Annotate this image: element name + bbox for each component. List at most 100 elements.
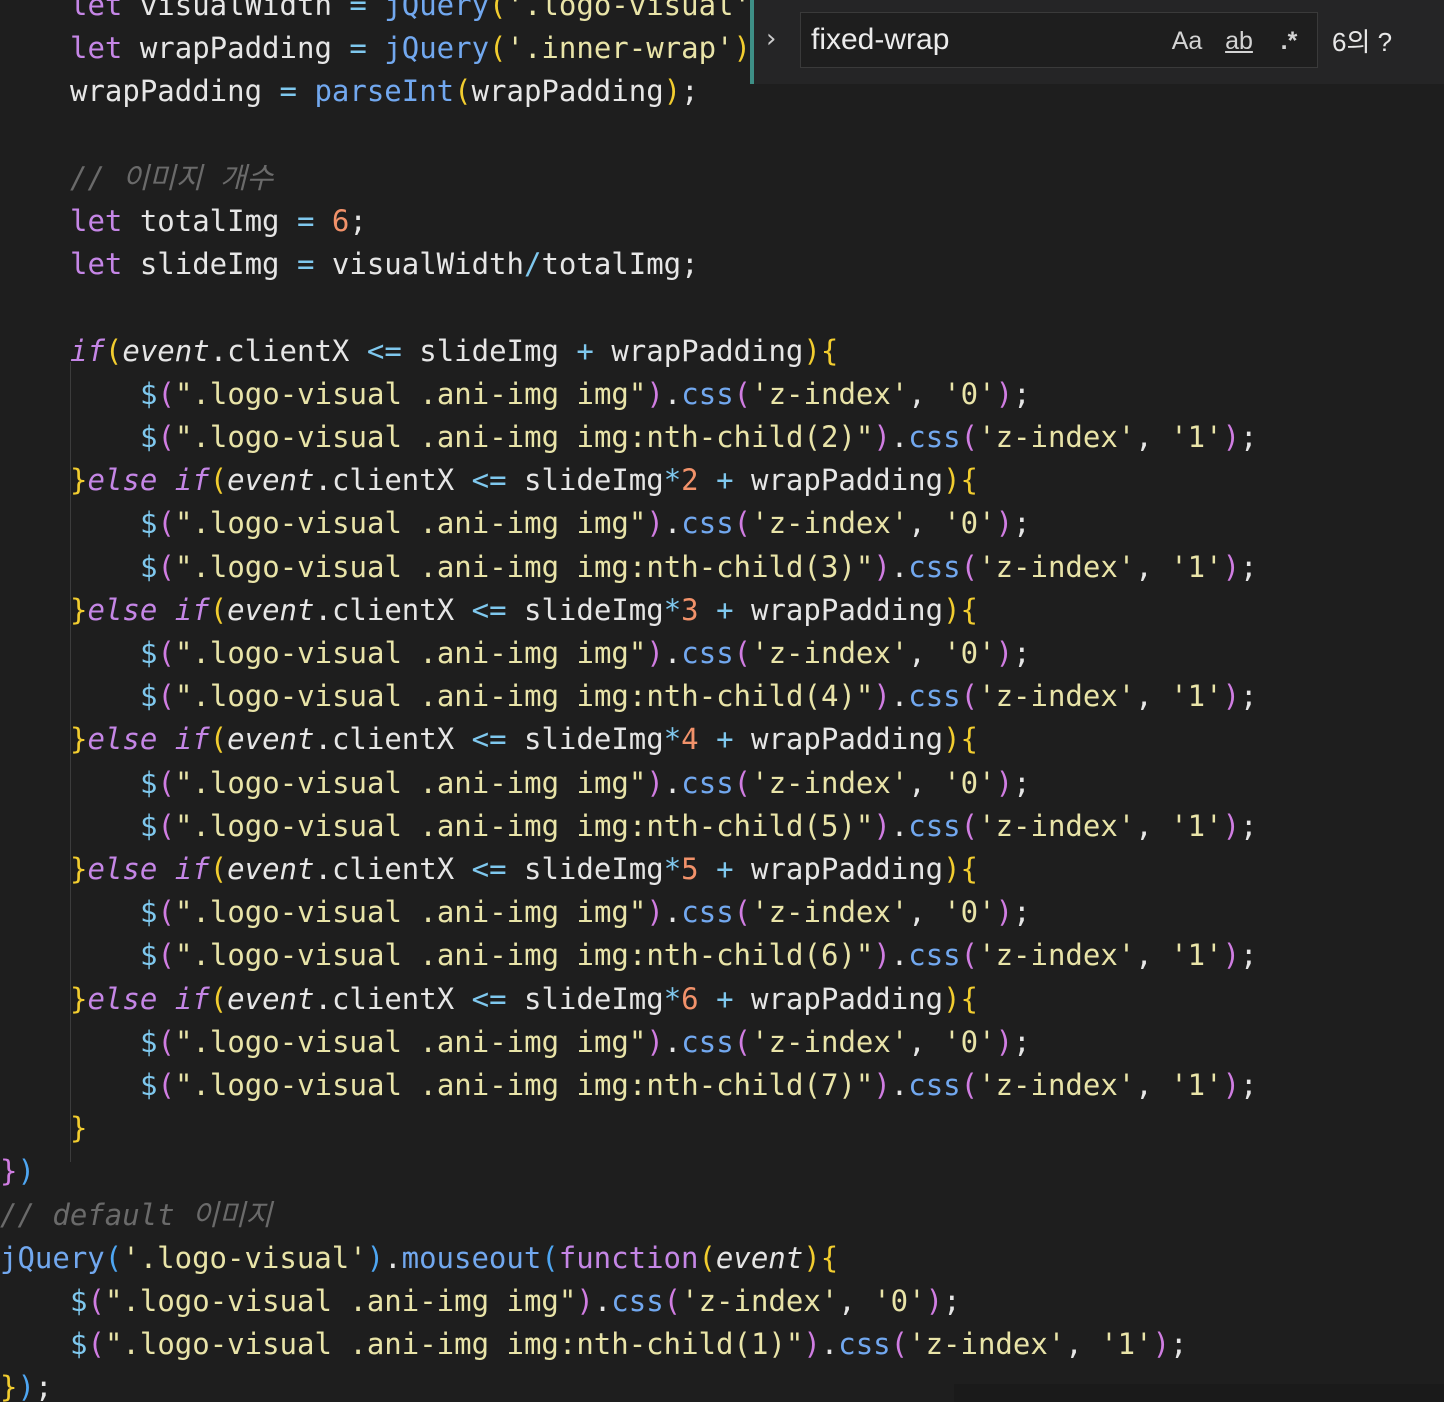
code-token: , — [908, 1024, 944, 1059]
code-token: 'z-index' — [751, 895, 909, 930]
code-line[interactable]: $(".logo-visual .ani-img img").css('z-in… — [70, 1280, 961, 1323]
code-token: 'z-index' — [751, 376, 909, 411]
code-token: 'z-index' — [751, 765, 909, 800]
code-token: ( — [541, 1240, 559, 1275]
code-line[interactable]: jQuery('.logo-visual').mouseout(function… — [0, 1237, 838, 1280]
chevron-right-icon[interactable]: › — [766, 22, 794, 56]
code-line[interactable]: if(event.clientX <= slideImg + wrapPaddi… — [70, 330, 838, 373]
code-token: ( — [209, 592, 228, 627]
code-token: ( — [209, 981, 228, 1016]
code-token: } — [0, 1370, 18, 1402]
code-token: ( — [733, 765, 752, 800]
match-case-toggle[interactable]: Aa — [1167, 23, 1207, 59]
code-token: ) — [995, 506, 1014, 541]
code-line[interactable]: }); — [0, 1366, 52, 1402]
code-token: wrapPadding — [611, 333, 804, 368]
regex-toggle[interactable]: .* — [1271, 23, 1307, 59]
code-line[interactable]: $(".logo-visual .ani-img img:nth-child(4… — [140, 675, 1258, 718]
code-token: '1' — [1170, 808, 1223, 843]
code-line[interactable]: }else if(event.clientX <= slideImg*2 + w… — [70, 459, 978, 502]
code-line[interactable]: $(".logo-visual .ani-img img").css('z-in… — [140, 891, 1031, 934]
find-input-box[interactable]: Aa ab .* — [800, 12, 1318, 68]
code-line[interactable]: $(".logo-visual .ani-img img:nth-child(1… — [70, 1323, 1188, 1366]
code-token: wrapPadding — [70, 74, 280, 109]
code-token: = — [349, 31, 385, 66]
code-token: slideImg — [139, 247, 297, 282]
code-line[interactable]: $(".logo-visual .ani-img img:nth-child(2… — [140, 416, 1258, 459]
code-token: + — [716, 722, 752, 757]
code-token: ; — [1240, 1068, 1258, 1102]
code-line[interactable]: $(".logo-visual .ani-img img").css('z-in… — [140, 502, 1031, 545]
code-token: $ — [140, 376, 158, 411]
code-line[interactable]: // default 이미지 — [0, 1194, 272, 1237]
code-token: . — [314, 852, 332, 886]
code-line[interactable]: $(".logo-visual .ani-img img").css('z-in… — [140, 373, 1031, 416]
code-token: clientX — [331, 463, 472, 498]
code-token: , — [908, 376, 944, 411]
code-token: ( — [157, 420, 175, 454]
code-token: ) — [995, 636, 1014, 670]
code-token: let — [70, 31, 140, 66]
code-token: ) — [873, 420, 891, 454]
code-token: ".logo-visual .ani-img img:nth-child(6)" — [174, 938, 874, 973]
code-token: <= — [471, 852, 525, 886]
code-token: + — [716, 981, 752, 1016]
find-input[interactable] — [811, 21, 1151, 59]
code-token: { — [960, 592, 979, 627]
code-line[interactable]: $(".logo-visual .ani-img img").css('z-in… — [140, 1021, 1031, 1064]
code-token: . — [663, 765, 682, 800]
code-line[interactable]: }) — [0, 1150, 35, 1193]
code-token: ".logo-visual .ani-img img" — [174, 765, 647, 800]
code-token: ( — [209, 463, 228, 498]
code-token: ; — [1013, 506, 1031, 541]
code-token: // default 이미지 — [0, 1197, 273, 1232]
code-token: ".logo-visual .ani-img img" — [174, 636, 647, 670]
code-token: ( — [157, 506, 175, 541]
code-token: . — [314, 592, 332, 627]
code-token: $ — [140, 420, 158, 454]
code-token: ; — [1240, 679, 1258, 714]
whole-word-toggle[interactable]: ab — [1217, 23, 1261, 59]
code-line[interactable]: let totalImg = 6; — [70, 200, 367, 243]
code-token: . — [890, 938, 909, 973]
code-token: ) — [576, 1284, 594, 1318]
code-token: ; — [1240, 420, 1258, 454]
code-line[interactable]: // 이미지 개수 — [70, 157, 273, 200]
code-line[interactable]: $(".logo-visual .ani-img img").css('z-in… — [140, 632, 1031, 675]
code-token: event — [227, 981, 315, 1016]
code-line[interactable]: wrapPadding = parseInt(wrapPadding); — [70, 70, 699, 113]
code-token: 4 — [681, 722, 717, 757]
code-token: let — [70, 247, 140, 282]
code-line[interactable]: }else if(event.clientX <= slideImg*6 + w… — [70, 978, 978, 1021]
code-token: = — [349, 0, 385, 22]
code-token: , — [908, 506, 944, 541]
code-token: wrapPadding — [751, 852, 944, 886]
code-token: clientX — [331, 592, 472, 627]
code-token: ; — [1013, 895, 1031, 930]
code-line[interactable]: } — [70, 1107, 87, 1150]
code-line[interactable]: $(".logo-visual .ani-img img:nth-child(6… — [140, 934, 1258, 977]
code-line[interactable]: $(".logo-visual .ani-img img:nth-child(5… — [140, 805, 1258, 848]
code-line[interactable]: }else if(event.clientX <= slideImg*5 + w… — [70, 848, 978, 891]
code-editor[interactable]: let visualWidth = jQuery('.logo-visual' l… — [0, 0, 1444, 1402]
code-line[interactable]: let wrapPadding = jQuery('.inner-wrap') — [70, 27, 751, 70]
code-token: } — [70, 463, 88, 498]
code-line[interactable]: $(".logo-visual .ani-img img").css('z-in… — [140, 762, 1031, 805]
code-token: <= — [471, 592, 525, 627]
code-line[interactable]: let visualWidth = jQuery('.logo-visual' — [70, 0, 751, 27]
code-token: ".logo-visual .ani-img img" — [174, 376, 647, 411]
code-token: } — [70, 981, 88, 1016]
code-line[interactable]: }else if(event.clientX <= slideImg*4 + w… — [70, 718, 978, 761]
code-line[interactable]: }else if(event.clientX <= slideImg*3 + w… — [70, 589, 978, 632]
code-token: '1' — [1170, 938, 1223, 973]
code-token: '.logo-visual' — [506, 0, 751, 22]
code-token: . — [890, 549, 909, 584]
code-token: let — [70, 204, 140, 238]
code-token: css — [681, 376, 734, 411]
code-token: . — [663, 1024, 682, 1059]
code-line[interactable]: $(".logo-visual .ani-img img:nth-child(7… — [140, 1064, 1258, 1107]
code-token: function — [558, 1240, 699, 1275]
code-line[interactable]: let slideImg = visualWidth/totalImg; — [70, 243, 699, 286]
code-token: . — [314, 981, 332, 1016]
code-line[interactable]: $(".logo-visual .ani-img img:nth-child(3… — [140, 546, 1258, 589]
